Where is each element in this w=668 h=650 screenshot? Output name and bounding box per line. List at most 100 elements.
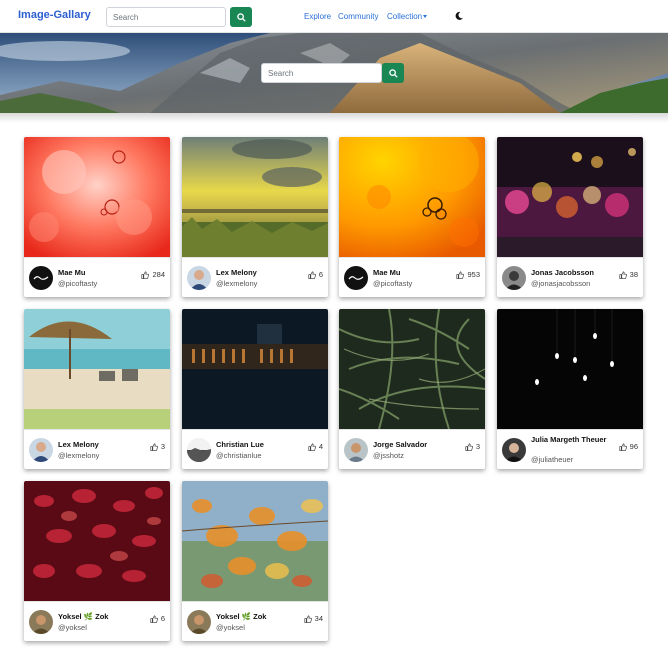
gallery-card: Lex Melony @lexmelony 6	[182, 137, 328, 297]
like-count: 4	[318, 442, 323, 451]
card-footer: Jorge Salvador @jsshotz 3	[339, 429, 485, 469]
person-photo-avatar	[347, 443, 365, 462]
card-image[interactable]	[182, 137, 328, 257]
like-button[interactable]: 953	[456, 270, 480, 279]
moon-icon[interactable]	[454, 11, 464, 21]
avatar[interactable]	[187, 438, 211, 462]
card-footer: Yoksel 🌿 Zok @yoksel 34	[182, 601, 328, 641]
person-photo-avatar	[32, 615, 50, 634]
card-image[interactable]	[24, 481, 170, 601]
user-name[interactable]: Yoksel 🌿 Zok	[58, 612, 138, 621]
card-image[interactable]	[24, 309, 170, 429]
like-button[interactable]: 284	[141, 270, 165, 279]
card-image[interactable]	[497, 137, 643, 257]
user-handle: @lexmelony	[216, 279, 258, 288]
brand-logo[interactable]: Image-Gallary	[18, 9, 91, 21]
like-button[interactable]: 3	[150, 442, 165, 451]
nav-collection-dropdown[interactable]: Collection	[387, 12, 428, 21]
avatar[interactable]	[187, 266, 211, 290]
like-count: 953	[467, 270, 480, 279]
person-photo-avatar	[190, 615, 208, 634]
user-handle: @yoksel	[58, 623, 87, 632]
avatar[interactable]	[29, 610, 53, 634]
user-name[interactable]: Mae Mu	[58, 268, 138, 277]
thumbs-up-icon	[456, 270, 465, 279]
gallery-card: Yoksel 🌿 Zok @yoksel 34	[182, 481, 328, 641]
chevron-down-icon	[423, 15, 428, 18]
hero-search-button[interactable]	[382, 63, 404, 83]
card-footer: Mae Mu @picoftasty 953	[339, 257, 485, 297]
thumbs-up-icon	[308, 442, 316, 451]
user-handle: @juliatheuer	[531, 455, 574, 464]
like-button[interactable]: 38	[619, 270, 638, 279]
like-button[interactable]: 3	[465, 442, 480, 451]
user-name[interactable]: Jorge Salvador	[373, 440, 453, 449]
card-image[interactable]	[339, 137, 485, 257]
user-name[interactable]: Jonas Jacobsson	[531, 268, 611, 277]
like-button[interactable]: 6	[308, 270, 323, 279]
like-count: 38	[629, 270, 638, 279]
avatar[interactable]	[502, 266, 526, 290]
thumbs-up-icon	[141, 270, 150, 279]
card-image[interactable]	[497, 309, 643, 429]
person-photo-avatar	[190, 270, 208, 290]
user-name[interactable]: Christian Lue	[216, 440, 296, 449]
nav-collection-label: Collection	[387, 12, 423, 21]
user-handle: @picoftasty	[58, 279, 98, 288]
user-handle: @jonasjacobsson	[531, 279, 591, 288]
user-name[interactable]: Yoksel 🌿 Zok	[216, 612, 296, 621]
user-handle: @jsshotz	[373, 451, 404, 460]
like-button[interactable]: 96	[619, 442, 638, 451]
gallery-card: Christian Lue @christianlue 4	[182, 309, 328, 469]
like-count: 6	[318, 270, 323, 279]
search-icon	[236, 12, 246, 22]
avatar[interactable]	[502, 438, 526, 462]
search-icon	[388, 68, 398, 78]
avatar[interactable]	[344, 438, 368, 462]
thumbs-up-icon	[619, 442, 627, 451]
avatar[interactable]	[29, 266, 53, 290]
thumbs-up-icon	[465, 442, 473, 451]
gallery-card: Mae Mu @picoftasty 284	[24, 137, 170, 297]
navbar: Image-Gallary Explore Community Collecti…	[0, 0, 668, 33]
nav-explore-link[interactable]: Explore	[304, 12, 331, 21]
like-button[interactable]: 6	[150, 614, 165, 623]
user-name[interactable]: Mae Mu	[373, 268, 453, 277]
gallery-card: Mae Mu @picoftasty 953	[339, 137, 485, 297]
navbar-search-input[interactable]	[106, 7, 226, 27]
thumbs-up-icon	[619, 270, 627, 279]
thumbs-up-icon	[150, 442, 158, 451]
card-image[interactable]	[182, 309, 328, 429]
user-handle: @yoksel	[216, 623, 245, 632]
user-name[interactable]: Lex Melony	[58, 440, 138, 449]
like-count: 6	[160, 614, 165, 623]
thumbs-up-icon	[304, 614, 312, 623]
nav-community-link[interactable]: Community	[338, 12, 378, 21]
user-handle: @christianlue	[216, 451, 262, 460]
like-button[interactable]: 4	[308, 442, 323, 451]
navbar-search-button[interactable]	[230, 7, 252, 27]
person-photo-avatar	[505, 443, 523, 462]
card-footer: Christian Lue @christianlue 4	[182, 429, 328, 469]
gallery-card: Julia Margeth Theuer @juliatheuer 96	[497, 309, 643, 469]
landscape-photo-avatar	[187, 438, 211, 462]
card-footer: Jonas Jacobsson @jonasjacobsson 38	[497, 257, 643, 297]
hero-banner	[0, 33, 668, 113]
hero-search-input[interactable]	[261, 63, 382, 83]
gallery-card: Lex Melony @lexmelony 3	[24, 309, 170, 469]
card-image[interactable]	[24, 137, 170, 257]
brand-logo-avatar	[33, 276, 49, 280]
avatar[interactable]	[344, 266, 368, 290]
gallery-card: Jonas Jacobsson @jonasjacobsson 38	[497, 137, 643, 297]
user-handle: @lexmelony	[58, 451, 100, 460]
gallery-card: Jorge Salvador @jsshotz 3	[339, 309, 485, 469]
like-button[interactable]: 34	[304, 614, 323, 623]
card-image[interactable]	[339, 309, 485, 429]
gallery-card: Yoksel 🌿 Zok @yoksel 6	[24, 481, 170, 641]
avatar[interactable]	[29, 438, 53, 462]
brand-logo-avatar	[348, 276, 364, 280]
user-name[interactable]: Julia Margeth Theuer	[531, 435, 611, 444]
avatar[interactable]	[187, 610, 211, 634]
user-name[interactable]: Lex Melony	[216, 268, 296, 277]
card-image[interactable]	[182, 481, 328, 601]
